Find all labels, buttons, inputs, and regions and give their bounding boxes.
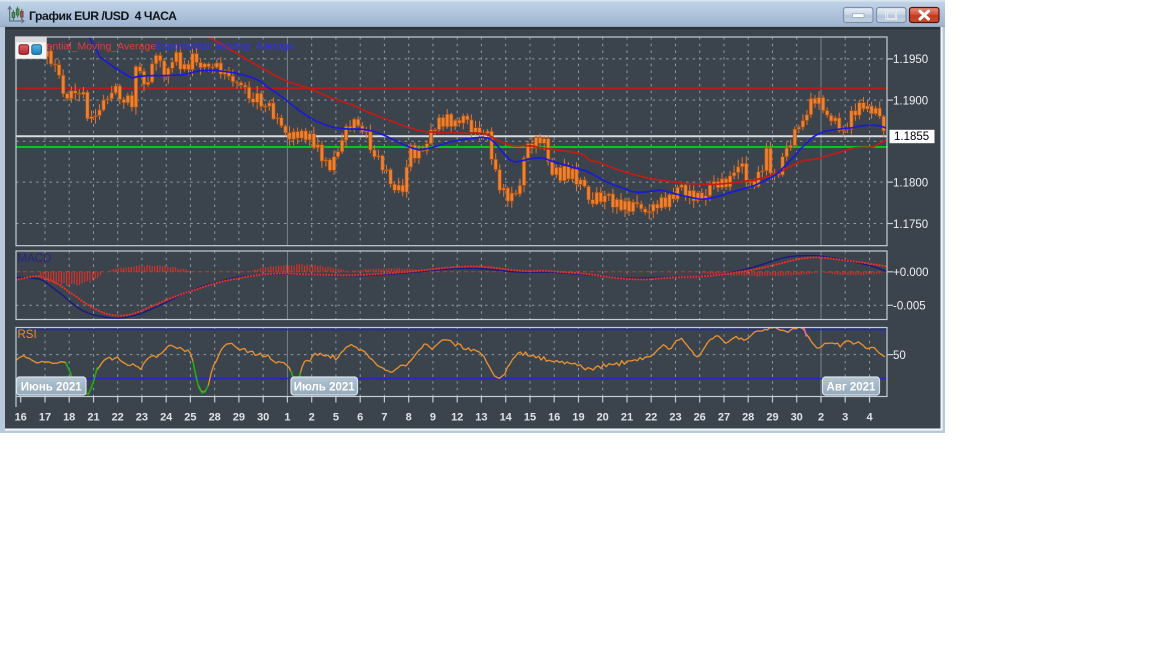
svg-text:26: 26 xyxy=(694,412,706,424)
svg-text:29: 29 xyxy=(766,412,778,424)
svg-text:19: 19 xyxy=(572,412,584,424)
svg-text:График EUR /USD 4 ЧАСА: График EUR /USD 4 ЧАСА xyxy=(29,9,177,23)
svg-text:1.1855: 1.1855 xyxy=(894,131,929,143)
svg-text:1.1900: 1.1900 xyxy=(893,95,928,107)
svg-text:30: 30 xyxy=(791,412,803,424)
svg-text:Июнь 2021: Июнь 2021 xyxy=(21,382,82,394)
svg-text:1: 1 xyxy=(284,412,290,424)
svg-text:28: 28 xyxy=(742,412,754,424)
svg-text:24: 24 xyxy=(160,412,173,424)
svg-text:2: 2 xyxy=(818,412,824,424)
svg-text:MACD: MACD xyxy=(18,253,52,265)
svg-text:30: 30 xyxy=(257,412,269,424)
svg-text:16: 16 xyxy=(15,412,27,424)
svg-text:7: 7 xyxy=(381,412,387,424)
svg-text:5: 5 xyxy=(333,412,339,424)
svg-text:17: 17 xyxy=(39,412,51,424)
svg-text:12: 12 xyxy=(451,412,463,424)
svg-text:22: 22 xyxy=(112,412,124,424)
svg-text:ential_Moving_Average: ential_Moving_Average xyxy=(47,41,157,53)
svg-text:15: 15 xyxy=(524,412,536,424)
svg-text:1.1750: 1.1750 xyxy=(893,219,928,231)
svg-text:Июль 2021: Июль 2021 xyxy=(294,382,356,394)
svg-text:4: 4 xyxy=(866,412,873,424)
svg-text:6: 6 xyxy=(357,412,363,424)
svg-text:RSI: RSI xyxy=(18,329,37,341)
svg-text:13: 13 xyxy=(475,412,487,424)
svg-text:3: 3 xyxy=(842,412,848,424)
svg-text:22: 22 xyxy=(645,412,657,424)
svg-text:21: 21 xyxy=(621,412,633,424)
svg-text:2: 2 xyxy=(309,412,315,424)
svg-text:23: 23 xyxy=(136,412,148,424)
svg-text:29: 29 xyxy=(233,412,245,424)
svg-text:18: 18 xyxy=(63,412,75,424)
svg-text:14: 14 xyxy=(500,412,513,424)
svg-text:23: 23 xyxy=(669,412,681,424)
svg-text:28: 28 xyxy=(209,412,221,424)
svg-text:20: 20 xyxy=(597,412,609,424)
svg-text:-0.005: -0.005 xyxy=(893,301,926,313)
svg-text:21: 21 xyxy=(87,412,99,424)
svg-text:Авг 2021: Авг 2021 xyxy=(827,382,877,394)
svg-text:25: 25 xyxy=(184,412,196,424)
svg-text:1.1800: 1.1800 xyxy=(893,177,928,189)
svg-text:8: 8 xyxy=(406,412,412,424)
svg-text:16: 16 xyxy=(548,412,560,424)
svg-text:9: 9 xyxy=(430,412,436,424)
svg-text:1.1950: 1.1950 xyxy=(893,54,928,66)
svg-text:27: 27 xyxy=(718,412,730,424)
svg-text:50: 50 xyxy=(893,350,906,362)
svg-text:Exponential_Moving_Average: Exponential_Moving_Average xyxy=(155,41,294,53)
svg-text:+0.000: +0.000 xyxy=(893,267,929,279)
